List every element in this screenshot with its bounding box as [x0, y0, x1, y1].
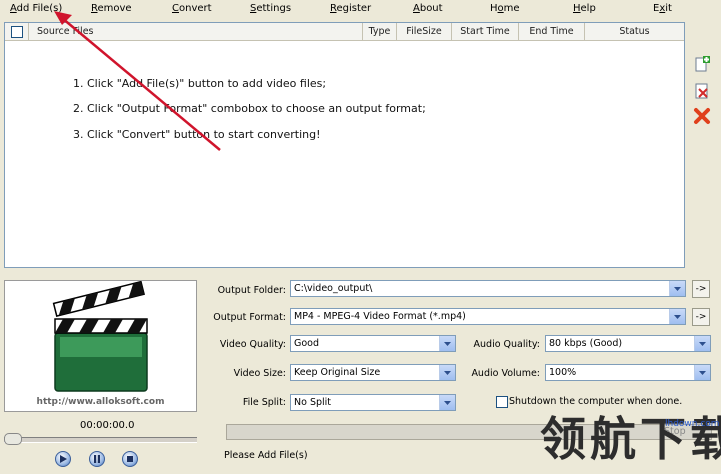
website-url: http://www.alloksoft.com — [36, 397, 165, 407]
output-format-dropdown-button[interactable] — [669, 309, 685, 324]
shutdown-checkbox[interactable] — [496, 396, 508, 408]
shutdown-label[interactable]: Shutdown the computer when done. — [509, 396, 682, 407]
audio-quality-value: 80 kbps (Good) — [549, 338, 623, 349]
audio-volume-label: Audio Volume: — [471, 368, 540, 379]
seek-handle[interactable] — [4, 433, 22, 445]
format-settings-button[interactable]: -> — [692, 308, 710, 326]
video-quality-value: Good — [294, 338, 320, 349]
browse-folder-button[interactable]: -> — [692, 280, 710, 298]
seek-bar[interactable] — [4, 437, 197, 443]
status-bar-text: Please Add File(s) — [224, 450, 308, 461]
add-file-icon — [695, 56, 710, 72]
output-format-label: Output Format: — [213, 312, 286, 323]
chevron-down-icon — [699, 341, 706, 346]
video-size-label: Video Size: — [233, 368, 286, 379]
video-size-dropdown-button[interactable] — [439, 365, 455, 380]
output-format-combobox[interactable]: MP4 - MPEG-4 Video Format (*.mp4) — [290, 308, 686, 325]
chevron-down-icon — [674, 286, 681, 291]
audio-quality-combobox[interactable]: 80 kbps (Good) — [545, 335, 711, 352]
output-folder-value: C:\video_output\ — [294, 283, 373, 294]
file-split-value: No Split — [294, 397, 332, 408]
output-folder-dropdown-button[interactable] — [669, 281, 685, 296]
chevron-down-icon — [444, 370, 451, 375]
playback-time: 00:00:00.0 — [80, 420, 135, 431]
stop-playback-button[interactable] — [122, 451, 138, 467]
clear-all-side-button[interactable] — [693, 107, 711, 125]
video-size-value: Keep Original Size — [294, 367, 381, 378]
add-file-side-button[interactable] — [693, 55, 711, 73]
close-icon — [694, 108, 710, 124]
stop-icon — [127, 456, 133, 462]
watermark-url: lhdown.com — [665, 419, 720, 429]
remove-file-side-button[interactable] — [693, 82, 711, 100]
output-format-value: MP4 - MPEG-4 Video Format (*.mp4) — [294, 311, 466, 322]
audio-quality-dropdown-button[interactable] — [694, 336, 710, 351]
video-quality-dropdown-button[interactable] — [439, 336, 455, 351]
video-quality-combobox[interactable]: Good — [290, 335, 456, 352]
pause-button[interactable] — [89, 451, 105, 467]
video-quality-label: Video Quality: — [219, 339, 286, 350]
file-split-combobox[interactable]: No Split — [290, 394, 456, 411]
chevron-down-icon — [444, 400, 451, 405]
remove-file-icon — [695, 83, 708, 99]
audio-volume-dropdown-button[interactable] — [694, 365, 710, 380]
output-folder-combobox[interactable]: C:\video_output\ — [290, 280, 686, 297]
play-button[interactable] — [55, 451, 71, 467]
audio-quality-label: Audio Quality: — [473, 339, 540, 350]
chevron-down-icon — [674, 314, 681, 319]
file-split-label: File Split: — [242, 397, 286, 408]
video-size-combobox[interactable]: Keep Original Size — [290, 364, 456, 381]
file-split-dropdown-button[interactable] — [439, 395, 455, 410]
audio-volume-combobox[interactable]: 100% — [545, 364, 711, 381]
clapperboard-icon — [52, 281, 148, 392]
chevron-down-icon — [699, 370, 706, 375]
video-preview: http://www.alloksoft.com — [4, 280, 197, 412]
play-icon — [60, 455, 67, 463]
output-folder-label: Output Folder: — [217, 285, 286, 296]
audio-volume-value: 100% — [549, 367, 577, 378]
chevron-down-icon — [444, 341, 451, 346]
pause-icon — [94, 455, 100, 463]
